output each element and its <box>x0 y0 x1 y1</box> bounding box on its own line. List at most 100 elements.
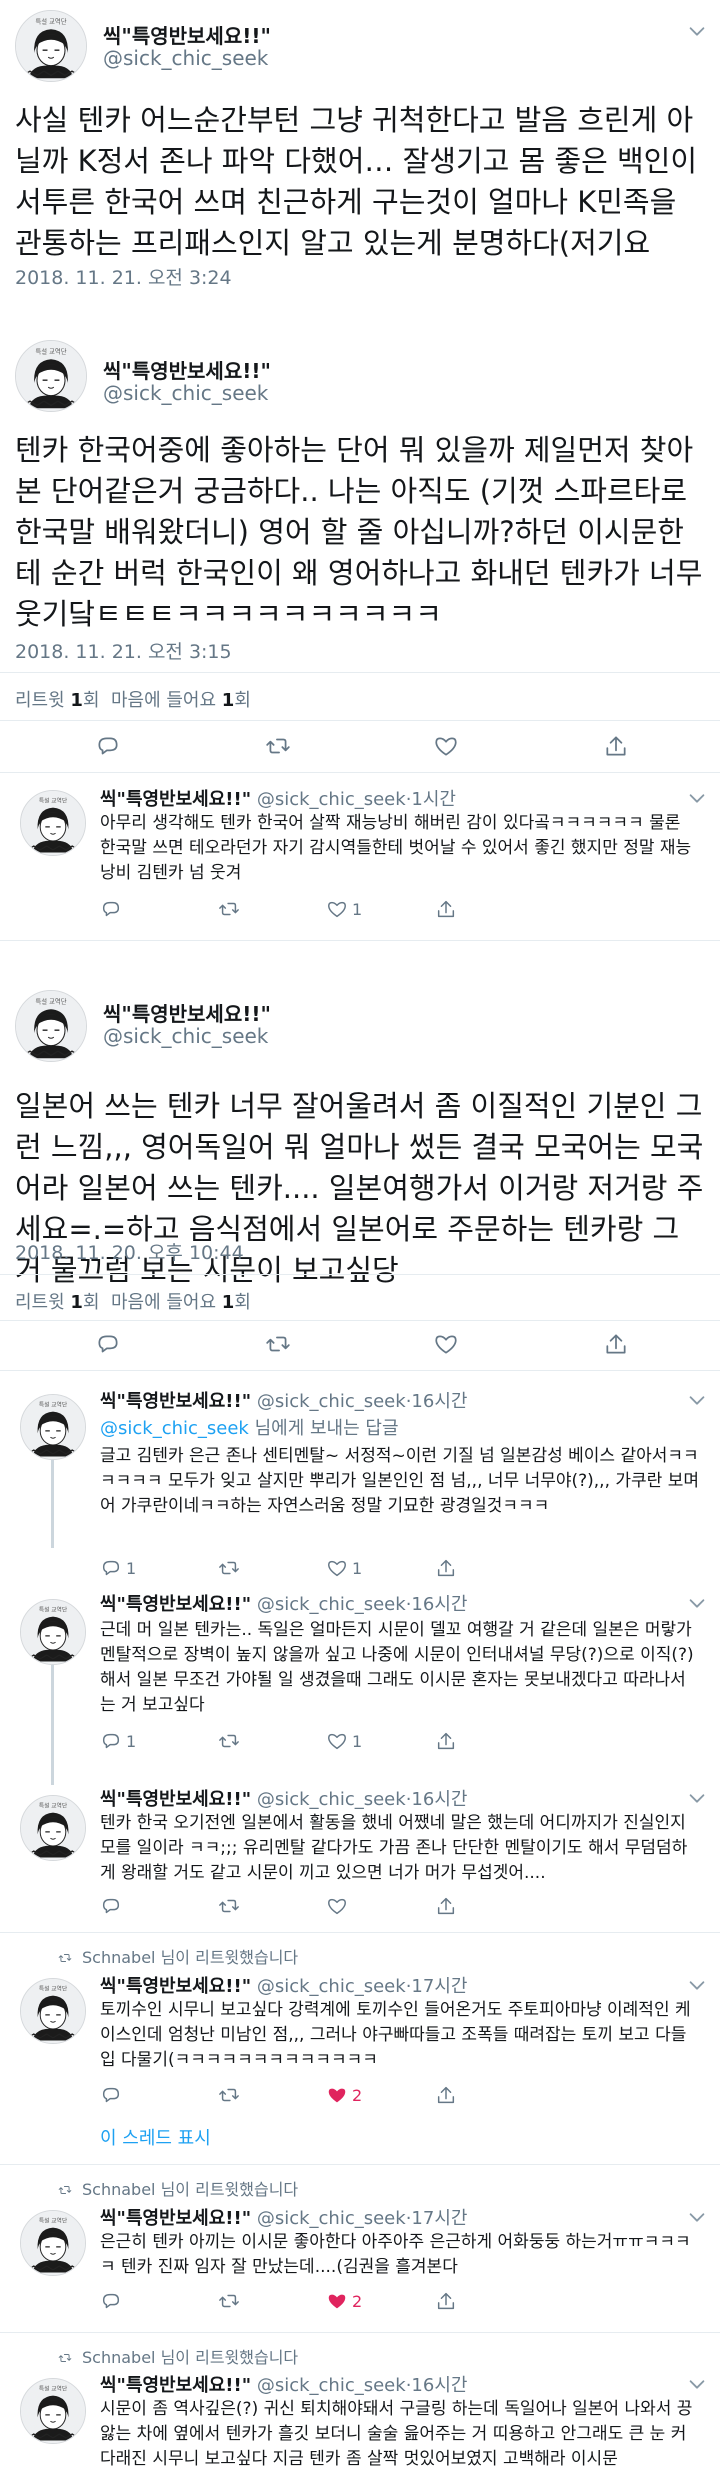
chevron-down-icon[interactable] <box>686 1389 708 1411</box>
reply-time[interactable]: 1시간 <box>411 789 456 810</box>
like-icon[interactable] <box>326 1895 348 1917</box>
retweets-label[interactable]: 리트윗 <box>15 690 65 711</box>
retweet-icon[interactable] <box>265 733 291 759</box>
like-icon[interactable] <box>326 1557 348 1579</box>
like-icon-filled[interactable] <box>326 2290 348 2312</box>
author-handle[interactable]: @sick_chic_seek <box>103 381 268 405</box>
author-handle[interactable]: @sick_chic_seek <box>257 1789 406 1810</box>
author-name[interactable]: 씩"특영반보세요!!" <box>100 1789 251 1810</box>
author-handle[interactable]: @sick_chic_seek <box>257 2375 406 2396</box>
author-handle[interactable]: @sick_chic_seek <box>257 1391 406 1412</box>
tweet-timestamp[interactable]: 2018. 11. 20. 오후 10:44 <box>15 1238 244 1265</box>
chevron-down-icon[interactable] <box>686 1974 708 1996</box>
like-icon[interactable] <box>433 1331 459 1357</box>
reply-time[interactable]: 16시간 <box>411 1594 467 1615</box>
reply-icon[interactable] <box>100 2290 122 2312</box>
share-icon[interactable] <box>603 733 629 759</box>
avatar[interactable] <box>20 1599 86 1665</box>
avatar[interactable] <box>20 2378 86 2444</box>
chevron-down-icon[interactable] <box>686 787 708 809</box>
retweet-icon[interactable] <box>265 1331 291 1357</box>
avatar[interactable] <box>20 1795 86 1861</box>
share-icon[interactable] <box>435 898 457 920</box>
author-name[interactable]: 씩"특영반보세요!!" <box>100 2208 251 2229</box>
author-name[interactable]: 씩"특영반보세요!!" <box>103 355 271 384</box>
retweets-count[interactable]: 1 <box>70 690 83 711</box>
author-handle[interactable]: @sick_chic_seek <box>257 789 406 810</box>
likes-label[interactable]: 마음에 들어요 <box>111 1292 216 1313</box>
author-name[interactable]: 씩"특영반보세요!!" <box>103 20 271 49</box>
reply-icon[interactable] <box>100 1557 122 1579</box>
reply-time[interactable]: 16시간 <box>411 2375 467 2396</box>
author-handle[interactable]: @sick_chic_seek <box>257 1594 406 1615</box>
divider <box>0 672 720 673</box>
like-icon-filled[interactable] <box>326 2084 348 2106</box>
retweeted-by-text[interactable]: Schnabel 님이 리트윗했습니다 <box>82 2348 298 2367</box>
avatar[interactable] <box>15 340 87 412</box>
share-icon[interactable] <box>435 2084 457 2106</box>
reply-header: 씩"특영반보세요!!" @sick_chic_seek·16시간 <box>100 1594 468 1615</box>
tweet-timestamp[interactable]: 2018. 11. 21. 오전 3:15 <box>15 637 232 664</box>
like-count: 1 <box>352 1559 363 1578</box>
like-icon[interactable] <box>326 1730 348 1752</box>
avatar[interactable] <box>20 790 86 856</box>
reply-icon[interactable] <box>100 2084 122 2106</box>
replying-mention[interactable]: @sick_chic_seek <box>100 1418 249 1439</box>
reply-text: 텐카 한국 오기전엔 일본에서 활동을 했네 어쨌네 말은 했는데 어디까지가 … <box>100 1813 688 1883</box>
share-icon[interactable] <box>435 2290 457 2312</box>
reply-icon[interactable] <box>100 1895 122 1917</box>
avatar[interactable] <box>15 10 87 82</box>
author-name[interactable]: 씩"특영반보세요!!" <box>100 1976 251 1997</box>
author-name[interactable]: 씩"특영반보세요!!" <box>100 2375 251 2396</box>
retweeted-by-text[interactable]: Schnabel 님이 리트윗했습니다 <box>82 2180 298 2199</box>
avatar[interactable] <box>20 1394 86 1460</box>
reply-time[interactable]: 16시간 <box>411 1789 467 1810</box>
avatar[interactable] <box>20 1978 86 2044</box>
author-handle[interactable]: @sick_chic_seek <box>103 46 268 70</box>
retweeted-by: Schnabel 님이 리트윗했습니다 <box>56 2344 298 2368</box>
author-name[interactable]: 씩"특영반보세요!!" <box>100 789 251 810</box>
reply-icon[interactable] <box>95 1331 121 1357</box>
reply-time[interactable]: 17시간 <box>411 1976 467 1997</box>
reply-icon[interactable] <box>100 898 122 920</box>
retweet-icon[interactable] <box>218 1730 240 1752</box>
tweet-timestamp[interactable]: 2018. 11. 21. 오전 3:24 <box>15 263 232 290</box>
tweet-stats: 리트윗 1회 마음에 들어요 1회 <box>15 1292 251 1313</box>
retweets-count[interactable]: 1 <box>70 1292 83 1313</box>
likes-count[interactable]: 1 <box>222 1292 235 1313</box>
reply-text: 시문이 좀 역사깊은(?) 귀신 퇴치해야돼서 구글링 하는데 독일어나 일본어… <box>100 2399 693 2469</box>
retweeted-by-text[interactable]: Schnabel 님이 리트윗했습니다 <box>82 1948 298 1967</box>
avatar[interactable] <box>20 2210 86 2276</box>
likes-count[interactable]: 1 <box>222 690 235 711</box>
reply-time[interactable]: 16시간 <box>411 1391 467 1412</box>
author-name[interactable]: 씩"특영반보세요!!" <box>103 998 271 1027</box>
share-icon[interactable] <box>435 1895 457 1917</box>
author-name[interactable]: 씩"특영반보세요!!" <box>100 1391 251 1412</box>
author-name[interactable]: 씩"특영반보세요!!" <box>100 1594 251 1615</box>
reply-icon[interactable] <box>95 733 121 759</box>
chevron-down-icon[interactable] <box>686 20 708 42</box>
chevron-down-icon[interactable] <box>686 2373 708 2395</box>
retweet-icon[interactable] <box>218 1557 240 1579</box>
like-icon[interactable] <box>433 733 459 759</box>
share-icon[interactable] <box>603 1331 629 1357</box>
author-handle[interactable]: @sick_chic_seek <box>257 2208 406 2229</box>
avatar[interactable] <box>15 990 87 1062</box>
show-thread-link[interactable]: 이 스레드 표시 <box>100 2124 211 2150</box>
retweet-icon[interactable] <box>218 898 240 920</box>
like-icon[interactable] <box>326 898 348 920</box>
retweets-label[interactable]: 리트윗 <box>15 1292 65 1313</box>
author-handle[interactable]: @sick_chic_seek <box>103 1024 268 1048</box>
retweet-icon[interactable] <box>218 2290 240 2312</box>
author-handle[interactable]: @sick_chic_seek <box>257 1976 406 1997</box>
share-icon[interactable] <box>435 1557 457 1579</box>
reply-icon[interactable] <box>100 1730 122 1752</box>
chevron-down-icon[interactable] <box>686 1592 708 1614</box>
retweet-icon[interactable] <box>218 2084 240 2106</box>
chevron-down-icon[interactable] <box>686 2206 708 2228</box>
likes-label[interactable]: 마음에 들어요 <box>111 690 216 711</box>
retweet-icon[interactable] <box>218 1895 240 1917</box>
chevron-down-icon[interactable] <box>686 1787 708 1809</box>
reply-time[interactable]: 17시간 <box>411 2208 467 2229</box>
share-icon[interactable] <box>435 1730 457 1752</box>
